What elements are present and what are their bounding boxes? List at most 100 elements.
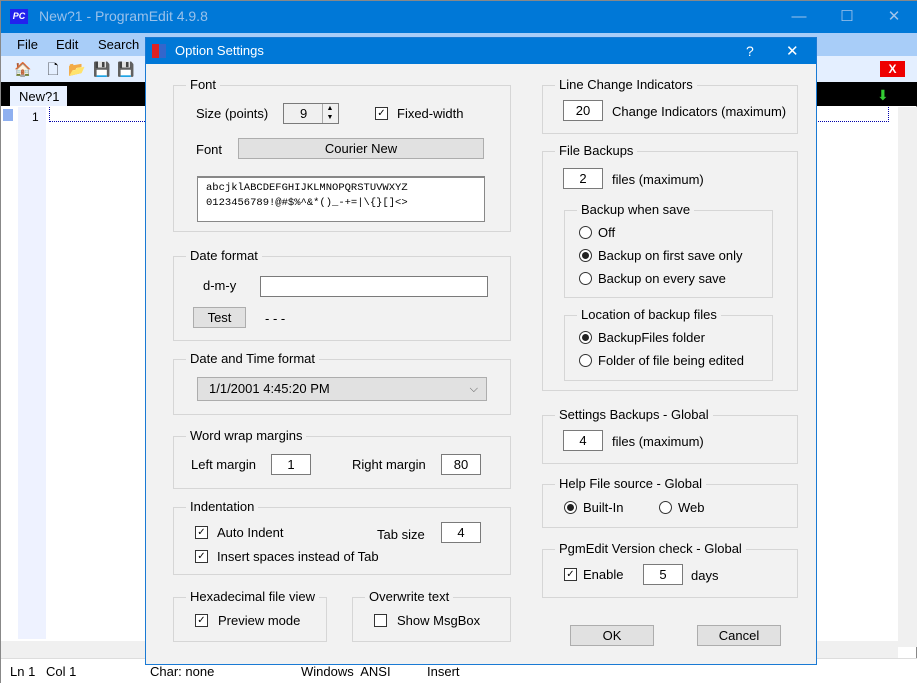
date-format-group: Date format xyxy=(173,248,511,341)
font-select-button[interactable]: Courier New xyxy=(238,138,484,159)
close-button[interactable]: ✕ xyxy=(871,1,917,33)
line-change-label: Line Change Indicators xyxy=(555,77,697,92)
backup-when-label: Backup when save xyxy=(577,202,695,217)
cancel-button[interactable]: Cancel xyxy=(697,625,781,646)
ok-button[interactable]: OK xyxy=(570,625,654,646)
test-button[interactable]: Test xyxy=(193,307,246,328)
right-margin-input[interactable]: 80 xyxy=(441,454,481,475)
backup-location-group: Location of backup files xyxy=(564,307,773,381)
status-col: Col 1 xyxy=(46,664,77,679)
window-title: New?1 - ProgramEdit 4.9.8 xyxy=(39,8,208,24)
preview-line-1: abcjklABCDEFGHIJKLMNOPQRSTUVWXYZ xyxy=(206,182,408,194)
line-change-input[interactable]: 20 xyxy=(563,100,603,121)
line-number: 1 xyxy=(32,110,39,124)
radio-built-in[interactable] xyxy=(564,501,577,514)
save-all-icon[interactable]: 💾 xyxy=(117,60,135,78)
option-settings-dialog: Option Settings ? ✕ Font Size (points) 9… xyxy=(145,37,817,665)
insert-spaces-checkbox[interactable]: ✓ xyxy=(195,550,208,563)
preview-mode-checkbox[interactable]: ✓ xyxy=(195,614,208,627)
dialog-title-bar: Option Settings ? ✕ xyxy=(146,38,816,64)
status-char: Char: none xyxy=(150,664,215,679)
radio-backup-first-save[interactable] xyxy=(579,249,592,262)
app-logo-icon: PC xyxy=(10,9,28,24)
date-time-format-label: Date and Time format xyxy=(186,351,319,366)
dmy-label: d-m-y xyxy=(203,278,237,293)
built-in-label: Built-In xyxy=(583,500,624,515)
file-backups-desc: files (maximum) xyxy=(612,172,704,187)
backup-every-save-label: Backup on every save xyxy=(598,271,726,286)
font-preview: abcjklABCDEFGHIJKLMNOPQRSTUVWXYZ 0123456… xyxy=(197,176,485,222)
help-button[interactable]: ? xyxy=(746,43,754,59)
show-msgbox-checkbox[interactable] xyxy=(374,614,387,627)
left-margin-input[interactable]: 1 xyxy=(271,454,311,475)
right-margin-label: Right margin xyxy=(352,457,426,472)
radio-backupfiles-folder[interactable] xyxy=(579,331,592,344)
show-msgbox-label: Show MsgBox xyxy=(397,613,481,628)
home-icon[interactable]: 🏠 xyxy=(14,60,32,78)
open-folder-icon[interactable]: 📂 xyxy=(68,60,86,78)
dialog-close-button[interactable]: ✕ xyxy=(786,42,799,60)
left-margin-label: Left margin xyxy=(191,457,257,472)
line-marker xyxy=(3,109,13,121)
download-icon[interactable]: ⬇ xyxy=(877,87,889,104)
version-check-days-input[interactable]: 5 xyxy=(643,564,683,585)
preview-mode-label: Preview mode xyxy=(218,613,301,628)
status-encoding: Windows ANSI xyxy=(301,664,391,679)
backup-location-label: Location of backup files xyxy=(577,307,721,322)
tab-new1[interactable]: New?1 xyxy=(10,86,67,106)
backup-off-label: Off xyxy=(598,225,616,240)
backup-first-save-label: Backup on first save only xyxy=(598,248,743,263)
fixed-width-label: Fixed-width xyxy=(397,106,464,121)
radio-file-folder[interactable] xyxy=(579,354,592,367)
file-backups-input[interactable]: 2 xyxy=(563,168,603,189)
maximize-button[interactable]: ☐ xyxy=(824,1,870,33)
file-folder-label: Folder of file being edited xyxy=(598,353,744,368)
spinner-arrows-icon[interactable]: ▲ ▼ xyxy=(322,104,337,123)
dialog-title: Option Settings xyxy=(175,43,264,58)
word-wrap-label: Word wrap margins xyxy=(186,428,307,443)
radio-backup-off[interactable] xyxy=(579,226,592,239)
settings-backups-label: Settings Backups - Global xyxy=(555,407,713,422)
test-result: - - - xyxy=(265,311,286,326)
help-source-label: Help File source - Global xyxy=(555,476,707,491)
vertical-scrollbar[interactable] xyxy=(898,107,917,647)
menu-file[interactable]: File xyxy=(17,37,38,52)
indentation-label: Indentation xyxy=(186,499,259,514)
new-file-icon[interactable]: 🗋 xyxy=(44,60,62,78)
overwrite-label: Overwrite text xyxy=(365,589,454,604)
status-line: Ln 1 xyxy=(10,664,36,679)
version-check-label: PgmEdit Version check - Global xyxy=(555,541,746,556)
date-format-input[interactable] xyxy=(260,276,488,297)
days-label: days xyxy=(691,568,719,583)
line-change-desc: Change Indicators (maximum) xyxy=(612,104,787,119)
insert-spaces-label: Insert spaces instead of Tab xyxy=(217,549,379,564)
save-icon[interactable]: 💾 xyxy=(93,60,111,78)
enable-version-check-checkbox[interactable]: ✓ xyxy=(564,568,577,581)
dropdown-value: 1/1/2001 4:45:20 PM xyxy=(209,381,330,396)
font-label: Font xyxy=(196,142,223,157)
radio-backup-every-save[interactable] xyxy=(579,272,592,285)
auto-indent-checkbox[interactable]: ✓ xyxy=(195,526,208,539)
settings-backups-input[interactable]: 4 xyxy=(563,430,603,451)
menu-edit[interactable]: Edit xyxy=(56,37,78,52)
date-time-format-dropdown[interactable]: 1/1/2001 4:45:20 PM ⌵ xyxy=(197,377,487,401)
enable-label: Enable xyxy=(583,567,624,582)
close-file-button[interactable]: X xyxy=(880,61,905,77)
tab-size-label: Tab size xyxy=(377,527,425,542)
status-mode: Insert xyxy=(427,664,460,679)
size-label: Size (points) xyxy=(196,106,269,121)
chevron-down-icon: ⌵ xyxy=(469,383,478,395)
auto-indent-label: Auto Indent xyxy=(217,525,284,540)
minimize-button[interactable]: — xyxy=(776,1,822,33)
tab-size-input[interactable]: 4 xyxy=(441,522,481,543)
hex-view-label: Hexadecimal file view xyxy=(186,589,319,604)
menu-search[interactable]: Search xyxy=(98,37,139,52)
date-format-label: Date format xyxy=(186,248,262,263)
title-bar: PC New?1 - ProgramEdit 4.9.8 — ☐ ✕ xyxy=(1,1,917,33)
fixed-width-checkbox[interactable]: ✓ xyxy=(375,107,388,120)
file-backups-label: File Backups xyxy=(555,143,638,158)
line-gutter xyxy=(18,107,46,639)
preview-line-2: 0123456789!@#$%^&*()_-+=|\{}[]<> xyxy=(206,197,408,209)
settings-icon xyxy=(152,44,166,58)
radio-web[interactable] xyxy=(659,501,672,514)
